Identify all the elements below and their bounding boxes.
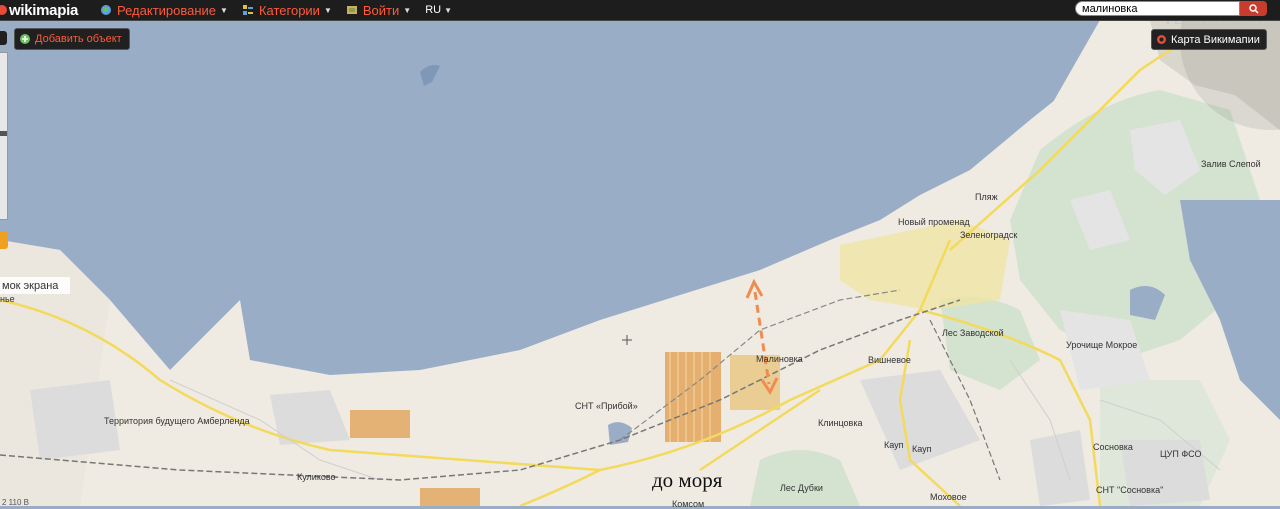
map-label-amberlend[interactable]: Территория будущего Амберленда [104,416,250,426]
map-label-left-edge[interactable]: нье [0,294,15,304]
add-object-button[interactable]: Добавить объект [14,28,130,50]
map-label-kaup[interactable]: Кауп [884,440,904,450]
map-label-bay[interactable]: Залив Слепой [1201,159,1261,169]
language-selector[interactable]: RU ▼ [425,4,452,16]
menu-edit[interactable]: Редактирование ▼ [100,3,228,18]
map-label-vishnevoe[interactable]: Вишневое [868,355,911,365]
caption-text: до моря [652,468,723,492]
add-object-icon [20,34,30,44]
wikimapia-logo[interactable]: wikimapia [0,0,78,20]
logo-text: wikimapia [9,1,78,19]
map-label-klintsovka[interactable]: Клинцовка [818,418,862,428]
map-label-snt-priboy[interactable]: СНТ «Прибой» [575,401,638,411]
globe-icon [101,5,111,15]
map-label-malinovka[interactable]: Малиновка [756,354,803,364]
map-label-bottom-edge[interactable]: Комсом [672,499,704,509]
map-label-beach[interactable]: Пляж [975,192,998,202]
screen-mode-label[interactable]: мок экрана [0,277,71,294]
categories-icon [242,5,253,15]
search-input[interactable] [1075,1,1240,16]
map-label-promenade[interactable]: Новый променад [898,217,970,227]
map-label-mokhovoe[interactable]: Моховое [930,492,967,502]
logo-icon [0,5,7,15]
search-button[interactable] [1240,1,1267,16]
side-panel-tab[interactable] [0,231,8,249]
chevron-down-icon: ▼ [444,5,452,15]
menu-login-label: Войти [362,2,400,18]
zoom-slider-handle[interactable] [0,131,7,136]
chevron-down-icon: ▼ [220,5,228,15]
main-menu: Редактирование ▼ Категории ▼ Войти ▼ RU … [100,3,452,18]
wikimapia-map-icon [1157,35,1166,44]
language-label: RU [425,4,442,16]
map-label-sosnovka[interactable]: Сосновка [1093,442,1133,452]
add-object-label: Добавить объект [35,33,122,45]
menu-login[interactable]: Войти ▼ [346,3,411,18]
map-label-zelenogradsk[interactable]: Зеленоградск [960,230,1017,240]
menu-categories-label: Категории [258,2,320,18]
map-label-les-dubki[interactable]: Лес Дубки [780,483,823,493]
login-icon [346,6,357,14]
menu-edit-label: Редактирование [117,2,217,18]
map-label-urochishche[interactable]: Урочище Мокрое [1066,340,1137,350]
chevron-down-icon: ▼ [403,5,412,15]
map-type-label: Карта Викимапии [1171,33,1260,46]
map-label-kaup-2[interactable]: Кауп [912,444,932,454]
map-label-tsup-fso[interactable]: ЦУП ФСО [1160,449,1202,459]
map-canvas[interactable] [0,0,1280,506]
chevron-down-icon: ▼ [323,5,332,15]
search-icon [1248,3,1259,14]
zoom-slider[interactable] [0,52,8,220]
collapse-panel-button[interactable] [0,31,7,45]
map-label-kulikovo[interactable]: Куликово [297,472,336,482]
map-label-snt-sosnovka[interactable]: СНТ "Сосновка" [1096,485,1163,495]
map-label-forest-zavod[interactable]: Лес Заводской [942,328,1004,338]
top-navigation-bar: wikimapia Редактирование ▼ Категории ▼ В… [0,0,1280,21]
map-type-button[interactable]: Карта Викимапии [1151,29,1267,50]
menu-categories[interactable]: Категории ▼ [242,3,332,18]
